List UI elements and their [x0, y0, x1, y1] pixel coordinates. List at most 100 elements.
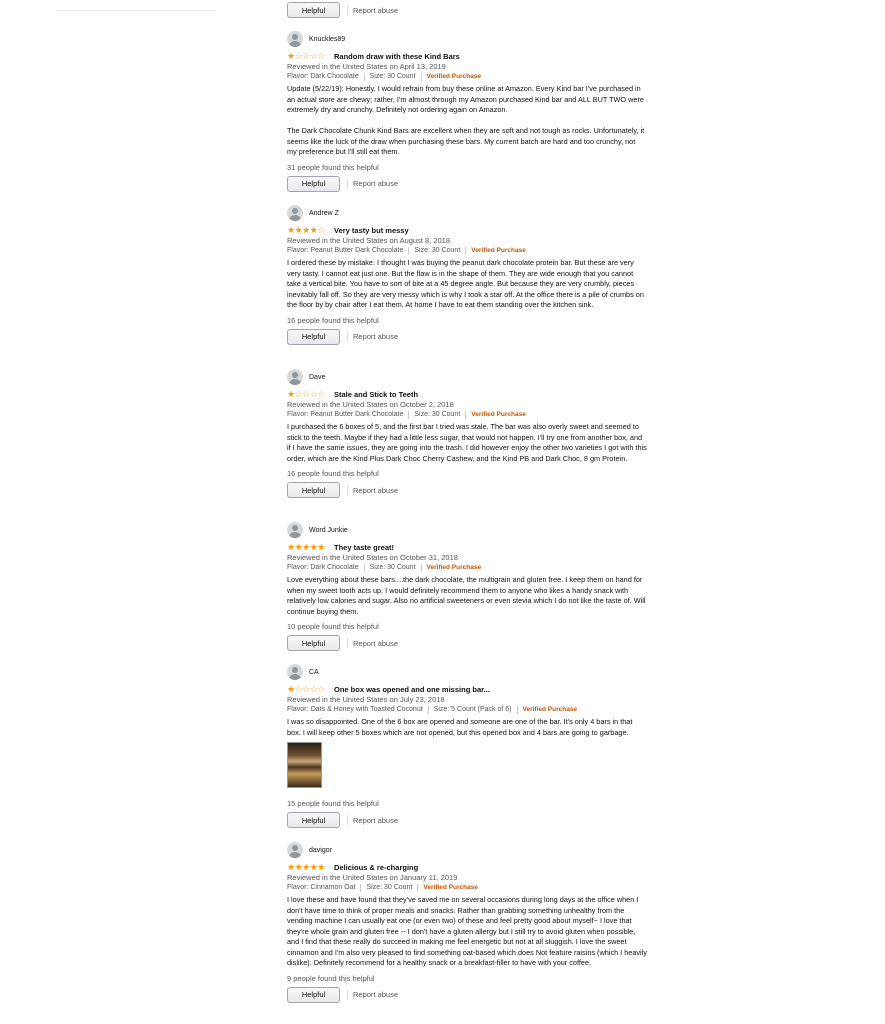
size-link[interactable]: Size: 30 Count: [370, 72, 416, 82]
helpful-count: 16 people found this helpful: [287, 315, 379, 325]
star-rating[interactable]: ★★★★☆: [287, 225, 329, 235]
meta-divider: [363, 73, 365, 81]
report-abuse-link[interactable]: Report abuse: [353, 179, 398, 188]
helpful-button[interactable]: Helpful: [287, 175, 340, 192]
filled-stars: ★: [287, 389, 295, 399]
helpful-count: 16 people found this helpful: [287, 469, 379, 478]
helpful-button[interactable]: Helpful: [287, 635, 340, 651]
helpful-count: 10 people found this helpful: [287, 622, 379, 631]
review-body: I was so disappointed. One of the 6 box …: [287, 717, 647, 738]
size-link[interactable]: Size: 30 Count: [414, 246, 460, 256]
helpful-button[interactable]: Helpful: [287, 986, 340, 1003]
verified-purchase-badge: Verified Purchase: [423, 884, 478, 891]
flavor-link[interactable]: Flavor: Peanut Butter Dark Chocolate: [287, 410, 403, 420]
flavor-link[interactable]: Flavor: Peanut Butter Dark Chocolate: [287, 246, 403, 256]
report-abuse-link[interactable]: Report abuse: [353, 990, 398, 999]
action-separator: [347, 638, 348, 648]
meta-divider: [465, 247, 467, 255]
avatar-icon: [287, 205, 303, 221]
meta-divider: [363, 564, 365, 572]
verified-purchase-badge: Verified Purchase: [522, 706, 578, 713]
flavor-link[interactable]: Flavor: Oats & Honey with Toasted Coconu…: [287, 705, 423, 715]
reviewer-profile[interactable]: davigor: [287, 842, 647, 858]
report-abuse-link[interactable]: Report abuse: [353, 639, 398, 648]
star-rating[interactable]: ★☆☆☆☆: [287, 389, 329, 399]
report-abuse-link[interactable]: Report abuse: [353, 486, 398, 495]
review-text: Update (5/22/19): Honestly, I would refr…: [287, 84, 644, 114]
helpful-button[interactable]: Helpful: [287, 482, 340, 498]
action-separator: [347, 178, 348, 189]
flavor-link[interactable]: Flavor: Cinnamon Oat: [287, 883, 355, 893]
avatar-icon: [287, 522, 303, 538]
review-item: Andrew Z ★★★★☆ Very tasty but messy Revi…: [287, 205, 647, 345]
empty-stars: ☆: [317, 225, 325, 235]
review-meta: Flavor: Cinnamon Oat Size: 30 Count Veri…: [287, 883, 647, 893]
review-title[interactable]: Random draw with these Kind Bars: [334, 52, 460, 61]
avatar-icon: [287, 842, 303, 858]
helpful-button[interactable]: Helpful: [287, 812, 340, 828]
star-rating[interactable]: ★★★★★: [287, 542, 329, 552]
review-body: Love everything about these bars....the …: [287, 575, 647, 617]
review-item: davigor ★★★★★ Delicious & re-charging Re…: [287, 842, 647, 1003]
flavor-link[interactable]: Flavor: Dark Chocolate: [287, 563, 359, 573]
review-title[interactable]: Very tasty but messy: [334, 226, 409, 235]
reviewer-profile[interactable]: CA: [287, 664, 647, 680]
helpful-button[interactable]: Helpful: [287, 2, 340, 18]
review-body: I ordered these by mistake. I thought I …: [287, 258, 647, 311]
review-date: Reviewed in the United States on October…: [287, 400, 454, 409]
star-rating[interactable]: ★☆☆☆☆: [287, 684, 329, 694]
review-text: I love these and have found that they've…: [287, 895, 647, 967]
size-link[interactable]: Size: 5 Count (Pack of 6): [434, 705, 512, 715]
review-body: I love these and have found that they've…: [287, 895, 647, 969]
star-rating[interactable]: ★★★★★: [287, 862, 329, 872]
review-title[interactable]: They taste great!: [334, 543, 394, 552]
verified-purchase-badge: Verified Purchase: [426, 564, 482, 571]
review-text: I was so disappointed. One of the 6 box …: [287, 717, 633, 737]
review-meta: Flavor: Dark Chocolate Size: 30 Count Ve…: [287, 72, 647, 82]
reviewer-profile[interactable]: Dave: [287, 369, 647, 385]
report-abuse-link[interactable]: Report abuse: [353, 6, 398, 15]
sidebar-divider: [57, 10, 215, 11]
review-title[interactable]: Delicious & re-charging: [334, 863, 418, 872]
verified-purchase-badge: Verified Purchase: [471, 247, 526, 254]
reviewer-profile[interactable]: Andrew Z: [287, 205, 647, 221]
review-actions: Helpful Report abuse: [287, 175, 647, 192]
star-rating[interactable]: ★☆☆☆☆: [287, 51, 329, 61]
review-photo-thumbnail[interactable]: [287, 742, 322, 788]
filled-stars: ★: [287, 51, 295, 61]
helpful-button[interactable]: Helpful: [287, 328, 340, 345]
review-meta: Flavor: Peanut Butter Dark Chocolate Siz…: [287, 410, 647, 420]
reviewer-profile[interactable]: Knuckles89: [287, 31, 647, 47]
prev-review-actions: Helpful Report abuse: [287, 2, 398, 18]
review-actions: Helpful Report abuse: [287, 812, 647, 828]
empty-stars: ☆☆☆☆: [294, 389, 326, 399]
action-separator: [347, 5, 348, 15]
verified-purchase-badge: Verified Purchase: [471, 411, 526, 418]
meta-divider: [408, 247, 410, 255]
review-actions: Helpful Report abuse: [287, 635, 647, 651]
size-link[interactable]: Size: 30 Count: [366, 883, 412, 893]
review-actions: Helpful Report abuse: [287, 328, 647, 345]
review-date: Reviewed in the United States on April 1…: [287, 62, 446, 71]
review-date: Reviewed in the United States on January…: [287, 873, 458, 882]
review-title[interactable]: One box was opened and one missing bar..…: [334, 685, 490, 694]
action-separator: [347, 815, 348, 825]
review-title[interactable]: Stale and Stick to Teeth: [334, 390, 418, 399]
meta-divider: [360, 884, 362, 892]
flavor-link[interactable]: Flavor: Dark Chocolate: [287, 72, 359, 82]
reviewer-name: Word Junkie: [309, 526, 348, 534]
review-meta: Flavor: Peanut Butter Dark Chocolate Siz…: [287, 246, 647, 256]
helpful-count: 15 people found this helpful: [287, 799, 379, 808]
size-link[interactable]: Size: 30 Count: [370, 563, 416, 573]
avatar-icon: [287, 31, 303, 47]
helpful-count: 31 people found this helpful: [287, 162, 379, 172]
report-abuse-link[interactable]: Report abuse: [353, 332, 398, 341]
size-link[interactable]: Size: 30 Count: [414, 410, 460, 420]
helpful-count: 9 people found this helpful: [287, 973, 375, 983]
report-abuse-link[interactable]: Report abuse: [353, 816, 398, 825]
filled-stars: ★★★★: [287, 225, 318, 235]
reviewer-profile[interactable]: Word Junkie: [287, 522, 647, 538]
review-actions: Helpful Report abuse: [287, 482, 647, 498]
review-text: I purchased the 6 boxes of 5, and the fi…: [287, 422, 647, 463]
reviewer-name: CA: [309, 668, 319, 676]
